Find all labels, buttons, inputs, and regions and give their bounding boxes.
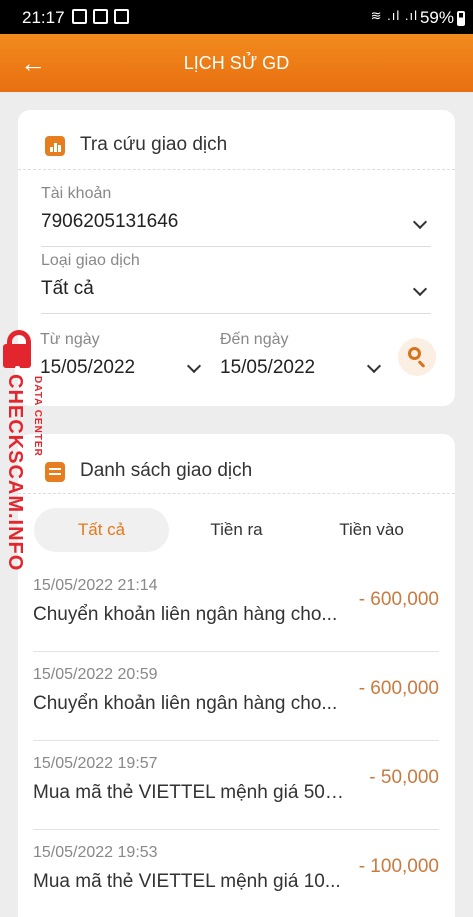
transaction-type-label: Loại giao dịch — [41, 252, 140, 269]
transaction-date: 15/05/2022 21:14 — [33, 577, 158, 594]
transaction-row[interactable]: 15/05/2022 19:57 Mua mã thẻ VIETTEL mệnh… — [33, 741, 439, 830]
status-time: 21:17 — [22, 8, 65, 27]
chevron-down-icon — [366, 358, 382, 374]
watermark: CHECKSCAM.INFO DATA CENTER — [2, 330, 46, 571]
chevron-down-icon — [412, 281, 428, 297]
search-card: Tra cứu giao dịch Tài khoản 790620513164… — [18, 110, 455, 406]
transaction-date: 15/05/2022 19:53 — [33, 844, 158, 861]
transaction-amount: - 50,000 — [369, 767, 439, 788]
transaction-filter-tabs: Tất cả Tiền ra Tiền vào — [34, 508, 439, 552]
watermark-subtext: DATA CENTER — [32, 376, 43, 457]
to-date-label: Đến ngày — [220, 331, 289, 348]
transaction-amount: - 600,000 — [358, 589, 439, 610]
signal-icons: ≋ .ıl .ıl — [370, 8, 418, 23]
list-card-header: Danh sách giao dịch — [18, 434, 455, 494]
transaction-row[interactable]: 15/05/2022 20:59 Chuyển khoản liên ngân … — [33, 652, 439, 741]
battery-percent: 59% — [419, 8, 454, 27]
tab-all[interactable]: Tất cả — [34, 508, 169, 552]
to-date-value: 15/05/2022 — [220, 357, 316, 378]
tab-money-out[interactable]: Tiền ra — [169, 508, 304, 552]
account-label: Tài khoản — [41, 185, 112, 202]
watermark-text: CHECKSCAM.INFO — [4, 374, 26, 572]
transaction-description: Chuyển khoản liên ngân hàng cho... — [33, 604, 338, 625]
battery-indicator: 59% — [420, 8, 465, 28]
notification-icons — [72, 9, 129, 24]
transaction-description: Mua mã thẻ VIETTEL mệnh giá 10... — [33, 871, 341, 892]
from-date-picker[interactable]: Từ ngày 15/05/2022 — [40, 331, 205, 391]
page-title: LỊCH SỬ GD — [183, 53, 290, 73]
transaction-description: Mua mã thẻ VIETTEL mệnh giá 500... — [33, 782, 345, 803]
transaction-date: 15/05/2022 20:59 — [33, 666, 158, 683]
transaction-amount: - 600,000 — [358, 678, 439, 699]
transaction-type-value: Tất cả — [41, 278, 94, 299]
search-button[interactable] — [398, 338, 436, 376]
transaction-type-select[interactable]: Loại giao dịch Tất cả — [41, 252, 431, 314]
search-icon — [408, 347, 421, 360]
to-date-picker[interactable]: Đến ngày 15/05/2022 — [220, 331, 385, 391]
gallery-icon — [72, 9, 87, 24]
battery-icon — [457, 10, 465, 26]
account-value: 7906205131646 — [41, 211, 179, 232]
from-date-value: 15/05/2022 — [40, 357, 136, 378]
app-header: ← LỊCH SỬ GD — [0, 34, 473, 92]
chevron-down-icon — [186, 358, 202, 374]
transaction-amount: - 100,000 — [358, 856, 439, 877]
transaction-row[interactable]: 15/05/2022 21:14 Chuyển khoản liên ngân … — [33, 563, 439, 652]
list-card-title: Danh sách giao dịch — [80, 460, 253, 481]
from-date-label: Từ ngày — [40, 331, 100, 348]
transaction-row[interactable]: 15/05/2022 19:53 Mua mã thẻ VIETTEL mệnh… — [33, 830, 439, 917]
transaction-list-card: Danh sách giao dịch Tất cả Tiền ra Tiền … — [18, 434, 455, 917]
app-notification-icon — [114, 9, 129, 24]
search-card-title: Tra cứu giao dịch — [80, 134, 228, 155]
account-select[interactable]: Tài khoản 7906205131646 — [41, 185, 431, 247]
chart-icon — [45, 136, 65, 156]
youtube-icon — [93, 9, 108, 24]
list-icon — [45, 462, 65, 482]
tab-money-in[interactable]: Tiền vào — [304, 508, 439, 552]
transaction-date: 15/05/2022 19:57 — [33, 755, 158, 772]
search-card-header: Tra cứu giao dịch — [18, 110, 455, 170]
status-bar: 21:17 ≋ .ıl .ıl 59% — [0, 0, 473, 34]
transaction-description: Chuyển khoản liên ngân hàng cho... — [33, 693, 338, 714]
chevron-down-icon — [412, 214, 428, 230]
